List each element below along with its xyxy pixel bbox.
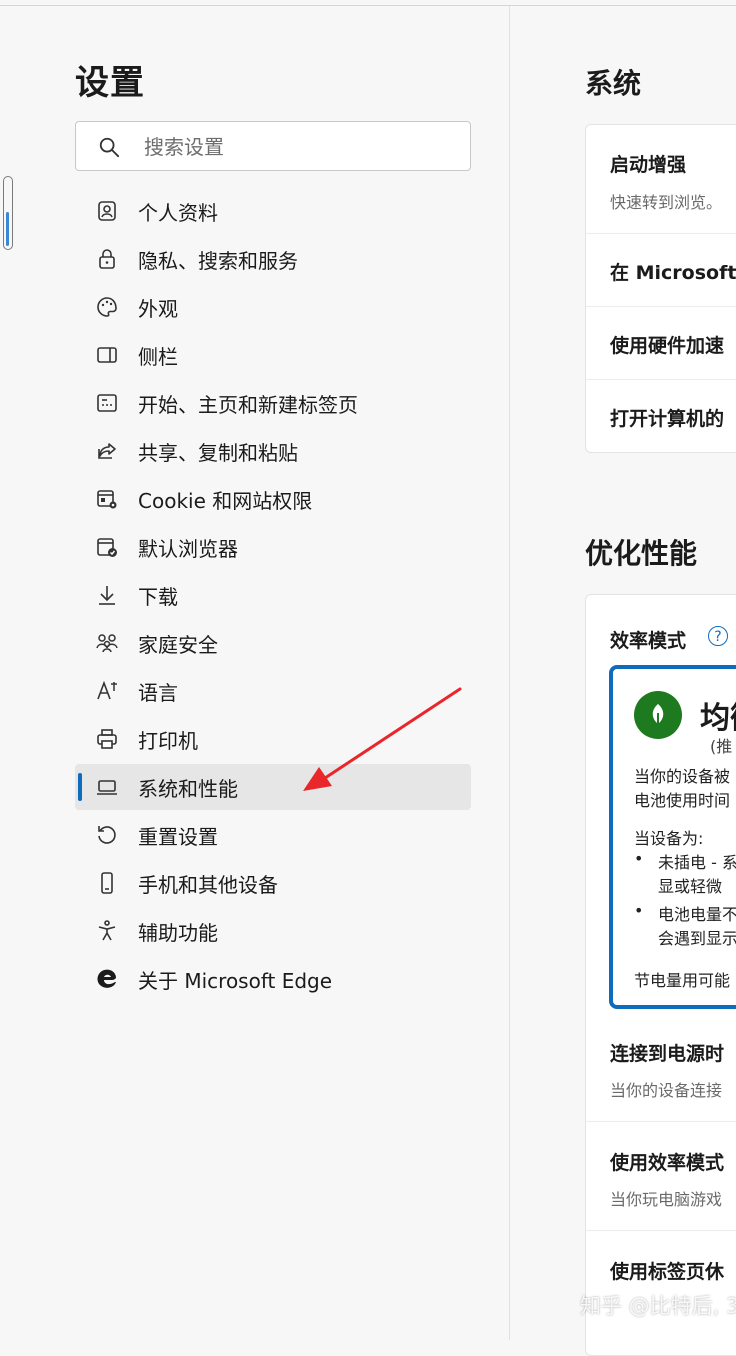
- when-label: 当设备为:: [634, 829, 704, 848]
- option-desc-line: 电池使用时间: [634, 791, 731, 810]
- red-annotation-arrow: [303, 687, 462, 791]
- startup-boost-row[interactable]: 启动增强 快速转到浏览。: [586, 125, 736, 234]
- saving-text: 节电量用可能: [634, 971, 731, 990]
- background-apps-row[interactable]: 在 Microsoft: [586, 234, 736, 307]
- edge-logo-icon: [94, 966, 120, 992]
- row-title: 连接到电源时: [610, 1043, 725, 1065]
- pane-divider: [509, 6, 510, 1340]
- row-subtitle: 快速转到浏览。: [610, 193, 723, 212]
- sidebar-item[interactable]: 辅助功能: [75, 908, 471, 954]
- phone-icon: [94, 870, 120, 896]
- row-title: 使用硬件加速: [610, 335, 725, 357]
- bullet-text: 未插电 - 系: [658, 853, 736, 872]
- bullet-dot: •: [634, 849, 644, 868]
- sidebar-item-label: 辅助功能: [138, 920, 218, 945]
- help-icon[interactable]: ?: [708, 626, 728, 646]
- option-desc-line: 当你的设备被: [634, 767, 731, 786]
- accessibility-icon: [94, 918, 120, 944]
- sidebar-item-label: 手机和其他设备: [138, 872, 278, 897]
- sleeping-tabs-row[interactable]: 使用标签页休: [586, 1231, 736, 1339]
- bullet-text: 电池电量不: [658, 905, 736, 924]
- settings-sidebar: 设置 个人资料隐私、搜索和服务外观侧栏开始、主页和新建标签页共享、复制和粘贴Co…: [0, 0, 510, 1340]
- row-title: 使用效率模式: [610, 1152, 725, 1174]
- row-subtitle: 当你玩电脑游戏: [610, 1190, 723, 1209]
- option-subtitle: (推: [710, 737, 733, 756]
- row-title: 使用标签页休: [610, 1261, 725, 1283]
- system-card: 启动增强 快速转到浏览。 在 Microsoft 使用硬件加速 打开计算机的: [585, 124, 736, 453]
- power-connected-row[interactable]: 连接到电源时 当你的设备连接: [586, 1013, 736, 1122]
- watermark: 知乎 @比特后, 3: [580, 1294, 736, 1318]
- bullet-text: 会遇到显示: [658, 929, 736, 948]
- sidebar-item-label: 重置设置: [138, 824, 218, 849]
- row-subtitle: 当你的设备连接: [610, 1081, 723, 1100]
- reset-icon: [94, 822, 120, 848]
- sidebar-item[interactable]: 手机和其他设备: [75, 860, 471, 906]
- balanced-mode-option[interactable]: 均衡 (推 当你的设备被 电池使用时间 当设备为: • 未插电 - 系 显或轻微…: [609, 665, 736, 1009]
- row-title: 打开计算机的: [610, 408, 725, 430]
- sidebar-item-label: 关于 Microsoft Edge: [138, 968, 333, 993]
- performance-card: 效率模式 ? 均衡 (推 当你的设备被 电池使用时间 当设备为: • 未插电 -…: [585, 594, 736, 1356]
- sidebar-item[interactable]: 关于 Microsoft Edge: [75, 956, 471, 1002]
- leaf-icon: [634, 691, 682, 739]
- performance-section-title: 优化性能: [585, 537, 698, 570]
- row-title: 在 Microsoft: [610, 262, 736, 284]
- system-section-title: 系统: [585, 67, 642, 100]
- efficiency-mode-title: 效率模式: [610, 630, 687, 652]
- gaming-efficiency-row[interactable]: 使用效率模式 当你玩电脑游戏: [586, 1122, 736, 1231]
- row-title: 启动增强: [610, 154, 687, 176]
- bullet-dot: •: [634, 901, 644, 920]
- bullet-text: 显或轻微: [658, 877, 723, 896]
- option-title: 均衡: [700, 701, 736, 736]
- proxy-settings-row[interactable]: 打开计算机的: [586, 380, 736, 452]
- hardware-acceleration-row[interactable]: 使用硬件加速: [586, 307, 736, 380]
